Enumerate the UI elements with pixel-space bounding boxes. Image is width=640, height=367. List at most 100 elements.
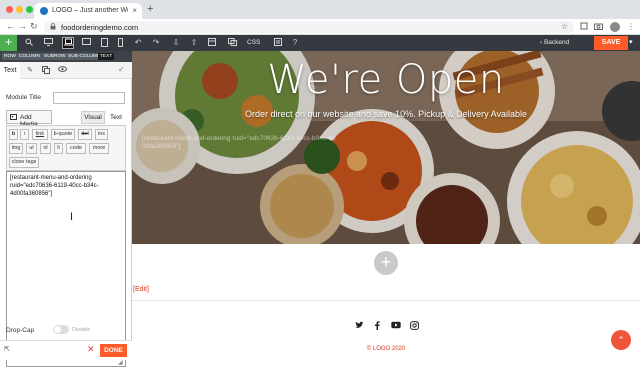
export-icon[interactable]: ⇧	[189, 38, 199, 48]
tab-title: LOGO – Just another WordPress site	[52, 7, 128, 14]
tab-text[interactable]: Text	[0, 62, 20, 79]
brush-icon[interactable]: ✎	[27, 66, 33, 74]
facebook-icon[interactable]	[372, 321, 382, 331]
youtube-icon[interactable]	[391, 321, 401, 331]
text-cursor-icon: I	[70, 211, 74, 223]
add-media-button[interactable]: Add Media	[6, 110, 52, 128]
resize-handle-icon[interactable]: ◢	[118, 359, 123, 366]
done-button[interactable]: DONE	[100, 344, 127, 357]
shortcode-preview: [restaurant-menu-and-ordering ruid="edc7…	[142, 135, 342, 151]
breadcrumb-sub-column[interactable]: SUB-COLUMN	[66, 53, 103, 60]
edit-link[interactable]: [Edit]	[133, 286, 149, 293]
module-title-input[interactable]	[53, 92, 125, 104]
hero-subtitle: Order direct on our website and save 10%…	[245, 109, 527, 119]
quicktags-toolbar: b i link b-quote del ins img ul ol li co…	[6, 125, 126, 171]
browser-tab-bar: LOGO – Just another WordPress site × +	[0, 0, 640, 19]
mobile-icon[interactable]	[115, 38, 125, 48]
editor-line: ruid="edc70636-6119-40cc-b34c-	[10, 183, 99, 189]
footer-divider	[132, 300, 640, 301]
extension-icon[interactable]	[580, 22, 588, 32]
add-module-button[interactable]: +	[0, 35, 17, 51]
backend-link[interactable]: ‹ Backend	[540, 39, 569, 46]
builder-toolbar: + ↶ ↷ ⇩ ⇧ CSS ? ‹ Backend SAVE ▾	[0, 35, 640, 51]
quicktag-bquote-button[interactable]: b-quote	[51, 129, 75, 140]
browser-tab[interactable]: LOGO – Just another WordPress site ×	[34, 3, 142, 19]
twitter-icon[interactable]	[354, 321, 364, 331]
visual-tab[interactable]: Visual	[81, 111, 105, 124]
browser-menu-icon[interactable]: ⋮	[627, 22, 635, 31]
window-minimize-button[interactable]	[16, 6, 23, 13]
laptop-icon[interactable]	[62, 37, 74, 49]
desktop-icon[interactable]	[43, 38, 53, 48]
instagram-icon[interactable]	[409, 321, 419, 331]
copy-icon[interactable]	[42, 66, 50, 76]
settings-icon[interactable]	[273, 38, 283, 48]
import-icon[interactable]: ⇩	[171, 38, 181, 48]
editor-line: 4d00fa360856"]	[10, 191, 53, 197]
text-editor-area[interactable]: [restaurant-menu-and-ordering ruid="edc7…	[6, 171, 126, 367]
quicktag-ins-button[interactable]: ins	[95, 129, 108, 140]
scroll-to-top-button[interactable]: ⌃	[611, 330, 631, 350]
save-options-chevron-icon[interactable]: ▾	[629, 38, 633, 46]
quicktag-link-button[interactable]: link	[32, 129, 48, 140]
wordpress-favicon-icon	[40, 7, 48, 15]
hero-section[interactable]: We're Open Order direct on our website a…	[132, 51, 640, 244]
tab-close-icon[interactable]: ×	[132, 6, 137, 15]
layout-icon[interactable]	[207, 38, 217, 48]
copyright-text: © LOGO 2020	[366, 346, 406, 352]
breadcrumb-row[interactable]: ROW	[2, 53, 18, 60]
drop-cap-label: Drop-Cap	[6, 327, 35, 334]
quicktag-li-button[interactable]: li	[54, 143, 63, 154]
bookmark-star-icon[interactable]: ☆	[561, 22, 568, 31]
duplicate-icon[interactable]	[227, 38, 237, 48]
redo-icon[interactable]: ↷	[151, 38, 161, 48]
tablet-icon[interactable]	[99, 38, 109, 48]
quicktag-img-button[interactable]: img	[9, 143, 23, 154]
css-button[interactable]: CSS	[247, 39, 260, 46]
visibility-eye-icon[interactable]	[58, 66, 67, 74]
window-close-button[interactable]	[6, 6, 13, 13]
module-settings-panel: ROW COLUMN SUBROW SUB-COLUMN TEXT Text ✎…	[0, 51, 132, 367]
tablet-landscape-icon[interactable]	[81, 38, 91, 48]
save-button[interactable]: SAVE	[594, 36, 628, 50]
popout-icon[interactable]: ⇱	[4, 345, 10, 353]
breadcrumb-text[interactable]: TEXT	[98, 53, 115, 60]
window-maximize-button[interactable]	[26, 6, 33, 13]
url-text: foodorderingdemo.com	[61, 23, 139, 32]
quicktag-more-button[interactable]: more	[89, 143, 109, 154]
drop-cap-toggle[interactable]	[53, 325, 69, 334]
forward-icon[interactable]: →	[18, 21, 27, 31]
back-icon[interactable]: ←	[6, 21, 15, 31]
breadcrumb-column[interactable]: COLUMN	[17, 53, 42, 60]
module-title-label: Module Title	[6, 94, 42, 101]
profile-avatar[interactable]	[610, 22, 620, 32]
text-tab[interactable]: Text	[106, 111, 126, 124]
shortcode-preview-line: 00fa360856"]	[142, 143, 181, 150]
panel-footer: ⇱ ✕ DONE	[0, 340, 132, 360]
quicktag-ul-button[interactable]: ul	[26, 143, 37, 154]
url-field[interactable]: foodorderingdemo.com ☆	[44, 21, 574, 33]
apply-check-icon[interactable]: ✓	[118, 65, 125, 74]
shortcode-preview-line: [restaurant-menu-and-ordering ruid="edc7…	[142, 135, 336, 142]
quicktag-ol-button[interactable]: ol	[40, 143, 51, 154]
quicktag-italic-button[interactable]: i	[20, 129, 29, 140]
reload-icon[interactable]: ↻	[30, 21, 38, 32]
quicktag-close-tags-button[interactable]: close tags	[9, 157, 39, 168]
address-bar-row: ← → ↻ foodorderingdemo.com ☆ ⋮	[0, 19, 640, 35]
camera-icon[interactable]	[594, 22, 603, 32]
search-icon[interactable]	[24, 38, 34, 48]
lock-icon	[50, 23, 56, 32]
breadcrumb: ROW COLUMN SUBROW SUB-COLUMN TEXT	[0, 51, 132, 62]
hero-title: We're Open	[267, 57, 505, 103]
new-tab-button[interactable]: +	[147, 3, 153, 15]
media-icon	[10, 113, 18, 123]
help-icon[interactable]: ?	[290, 38, 300, 48]
add-section-button[interactable]: +	[374, 251, 398, 275]
quicktag-del-button[interactable]: del	[78, 129, 92, 140]
close-panel-icon[interactable]: ✕	[87, 344, 95, 355]
quicktag-code-button[interactable]: code	[66, 143, 86, 154]
quicktag-bold-button[interactable]: b	[9, 129, 18, 140]
editor-line: [restaurant-menu-and-ordering	[10, 175, 92, 181]
undo-icon[interactable]: ↶	[133, 38, 143, 48]
breadcrumb-subrow[interactable]: SUBROW	[42, 53, 68, 60]
